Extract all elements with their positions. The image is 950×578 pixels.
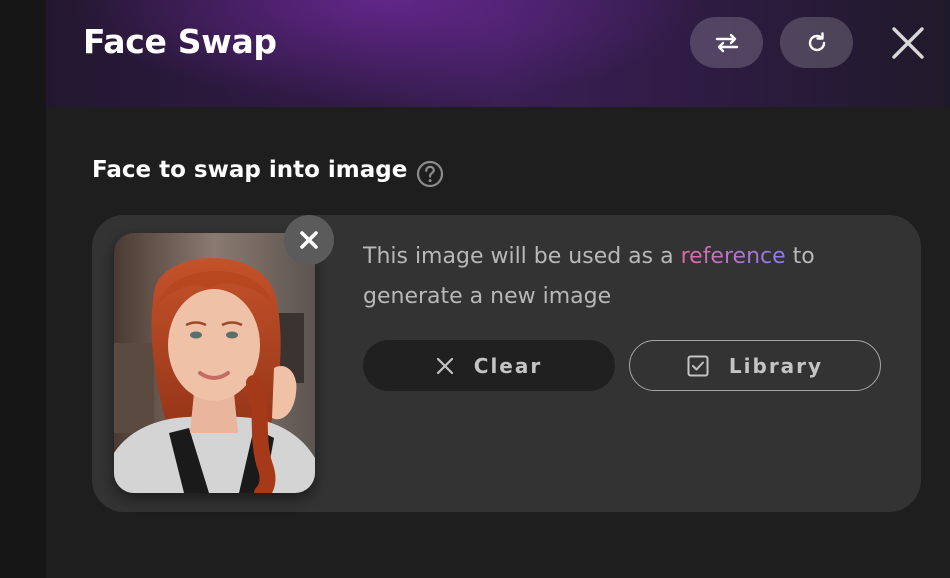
refresh-button[interactable] <box>780 17 853 68</box>
reference-description: This image will be used as a reference t… <box>363 237 883 317</box>
section-title: Face to swap into image <box>92 157 408 183</box>
swap-button[interactable] <box>690 17 763 68</box>
refresh-icon <box>808 31 825 51</box>
clear-label: Clear <box>473 353 543 378</box>
reference-photo <box>114 233 315 493</box>
library-label: Library <box>728 353 824 378</box>
swap-arrows-icon <box>715 33 738 52</box>
question-circle-icon <box>416 160 444 188</box>
reference-highlight: reference <box>680 244 786 269</box>
reference-image-card: This image will be used as a reference t… <box>92 215 921 512</box>
panel-header: Face Swap <box>46 0 950 107</box>
clear-button[interactable]: Clear <box>363 340 615 391</box>
close-icon <box>300 231 318 249</box>
library-button[interactable]: Library <box>629 340 881 391</box>
reference-image[interactable] <box>114 233 315 493</box>
face-swap-panel: Face Swap Face to swap into image This i… <box>46 0 950 578</box>
close-button[interactable] <box>889 24 927 62</box>
close-icon <box>892 27 924 59</box>
x-icon <box>436 357 453 374</box>
page-title: Face Swap <box>83 22 277 61</box>
help-button[interactable] <box>416 160 444 188</box>
remove-image-button[interactable] <box>284 215 334 265</box>
checkbox-icon <box>687 355 709 376</box>
description-text-start: This image will be used as a <box>363 244 681 269</box>
left-gutter <box>0 0 46 578</box>
